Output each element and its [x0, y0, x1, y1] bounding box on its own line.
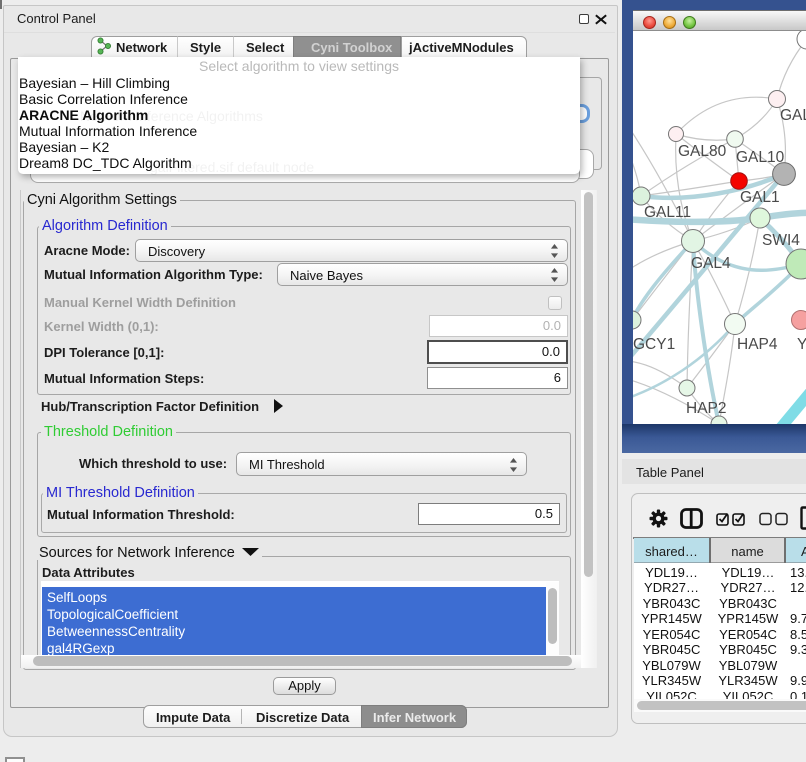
svg-text:HAP2: HAP2 — [686, 400, 727, 417]
svg-text:GAL80: GAL80 — [678, 143, 727, 160]
svg-text:GAL7: GAL7 — [780, 107, 806, 124]
svg-text:GAL4: GAL4 — [691, 255, 731, 272]
svg-text:YJ: YJ — [797, 336, 806, 353]
svg-text:GAL10: GAL10 — [736, 149, 785, 166]
svg-text:HAP4: HAP4 — [737, 336, 778, 353]
svg-text:GCY1: GCY1 — [633, 336, 675, 353]
svg-text:GAL11: GAL11 — [644, 204, 691, 221]
svg-text:SWI4: SWI4 — [762, 232, 800, 249]
svg-text:GAL1: GAL1 — [740, 189, 780, 206]
